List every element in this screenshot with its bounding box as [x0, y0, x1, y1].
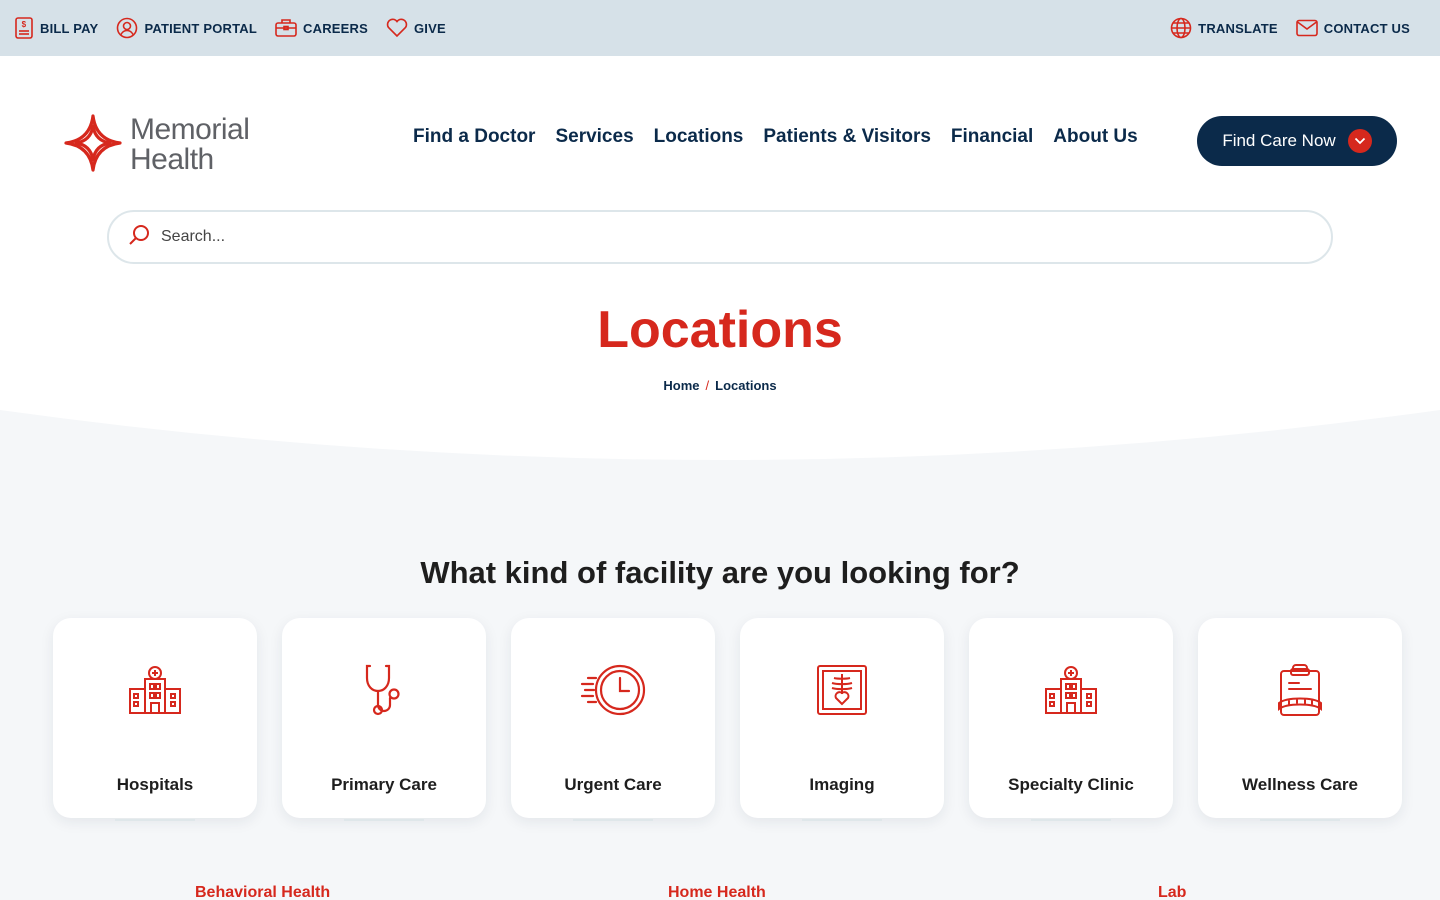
- facility-card-hospitals[interactable]: Hospitals: [53, 618, 257, 821]
- utility-bar: $ BILL PAY PATIENT PORTAL CAREERS GIVE T…: [0, 0, 1440, 56]
- memorial-health-logo[interactable]: Memorial Health: [64, 113, 264, 177]
- card-divider: [1031, 819, 1111, 821]
- careers-label: CAREERS: [303, 20, 368, 36]
- give-link[interactable]: GIVE: [386, 18, 446, 38]
- facility-card-imaging[interactable]: Imaging: [740, 618, 944, 821]
- breadcrumb-separator: /: [705, 378, 710, 393]
- bill-icon: $: [14, 17, 34, 39]
- card-divider: [573, 819, 653, 821]
- user-circle-icon: [116, 17, 138, 39]
- card-divider: [802, 819, 882, 821]
- stethoscope-icon: [364, 662, 404, 718]
- clipboard-tape-icon: [1277, 662, 1323, 718]
- fast-clock-icon: [580, 662, 646, 718]
- section-curve-divider: [0, 410, 1440, 460]
- card-label: Urgent Care: [564, 775, 662, 794]
- bill-pay-label: BILL PAY: [40, 20, 99, 36]
- bill-pay-link[interactable]: $ BILL PAY: [14, 17, 98, 39]
- nav-find-a-doctor[interactable]: Find a Doctor: [413, 126, 535, 148]
- breadcrumb-home[interactable]: Home: [663, 378, 699, 393]
- briefcase-icon: [275, 18, 297, 38]
- search-input[interactable]: [161, 217, 1331, 257]
- find-care-now-label: Find Care Now: [1222, 131, 1336, 150]
- search-bar: [107, 210, 1333, 264]
- careers-link[interactable]: CAREERS: [275, 18, 368, 38]
- patient-portal-link[interactable]: PATIENT PORTAL: [116, 17, 257, 39]
- search-icon: [127, 223, 151, 252]
- translate-link[interactable]: TRANSLATE: [1170, 17, 1278, 39]
- facility-card-wellness-care[interactable]: Wellness Care: [1198, 618, 1402, 821]
- xray-icon: [816, 662, 868, 718]
- star-logo-icon: [64, 113, 122, 177]
- card-divider: [344, 819, 424, 821]
- contact-us-link[interactable]: CONTACT US: [1295, 19, 1410, 37]
- site-header: Memorial Health Find a Doctor Services L…: [0, 56, 1440, 196]
- home-health-link[interactable]: Home Health: [668, 884, 766, 900]
- facility-card-urgent-care[interactable]: Urgent Care: [511, 618, 715, 821]
- card-label: Imaging: [809, 775, 875, 794]
- svg-text:$: $: [22, 20, 27, 29]
- logo-wordmark: Memorial Health: [130, 113, 250, 176]
- clinic-icon: [1044, 662, 1098, 718]
- facility-card-primary-care[interactable]: Primary Care: [282, 618, 486, 821]
- logo-line-2: Health: [130, 143, 214, 176]
- give-label: GIVE: [413, 20, 446, 36]
- heart-icon: [386, 18, 408, 38]
- more-facility-links: Behavioral Health Home Health Lab: [0, 884, 1440, 900]
- translate-label: TRANSLATE: [1198, 20, 1278, 36]
- nav-about-us[interactable]: About Us: [1053, 126, 1137, 148]
- logo-line-1: Memorial: [130, 113, 250, 146]
- card-label: Wellness Care: [1242, 775, 1358, 794]
- envelope-icon: [1295, 19, 1318, 37]
- facility-card-specialty-clinic[interactable]: Specialty Clinic: [969, 618, 1173, 821]
- card-divider: [115, 819, 195, 821]
- behavioral-health-link[interactable]: Behavioral Health: [195, 884, 330, 900]
- card-label: Hospitals: [116, 775, 194, 794]
- utility-links-left: $ BILL PAY PATIENT PORTAL CAREERS GIVE: [14, 17, 446, 39]
- page-title: Locations: [597, 301, 843, 359]
- card-label: Primary Care: [331, 775, 437, 794]
- lab-link[interactable]: Lab: [1158, 884, 1186, 900]
- globe-icon: [1170, 17, 1192, 39]
- card-label: Specialty Clinic: [1008, 775, 1134, 794]
- breadcrumb-current: Locations: [715, 378, 777, 393]
- card-divider: [1260, 819, 1340, 821]
- utility-links-right: TRANSLATE CONTACT US: [1170, 17, 1410, 39]
- hospital-icon: [128, 662, 182, 718]
- breadcrumb: Home / Locations: [0, 378, 1440, 393]
- contact-us-label: CONTACT US: [1323, 20, 1410, 36]
- chevron-down-icon: [1347, 129, 1372, 153]
- nav-services[interactable]: Services: [555, 126, 633, 148]
- main-nav: Find a Doctor Services Locations Patient…: [413, 126, 1138, 148]
- nav-financial[interactable]: Financial: [951, 126, 1033, 148]
- nav-locations[interactable]: Locations: [654, 126, 744, 148]
- find-care-now-button[interactable]: Find Care Now: [1197, 116, 1397, 166]
- patient-portal-label: PATIENT PORTAL: [144, 20, 258, 36]
- facility-heading: What kind of facility are you looking fo…: [420, 555, 1020, 590]
- facility-cards: Hospitals Primary Care Urgent Care Imagi…: [53, 618, 1402, 821]
- nav-patients-visitors[interactable]: Patients & Visitors: [763, 126, 931, 148]
